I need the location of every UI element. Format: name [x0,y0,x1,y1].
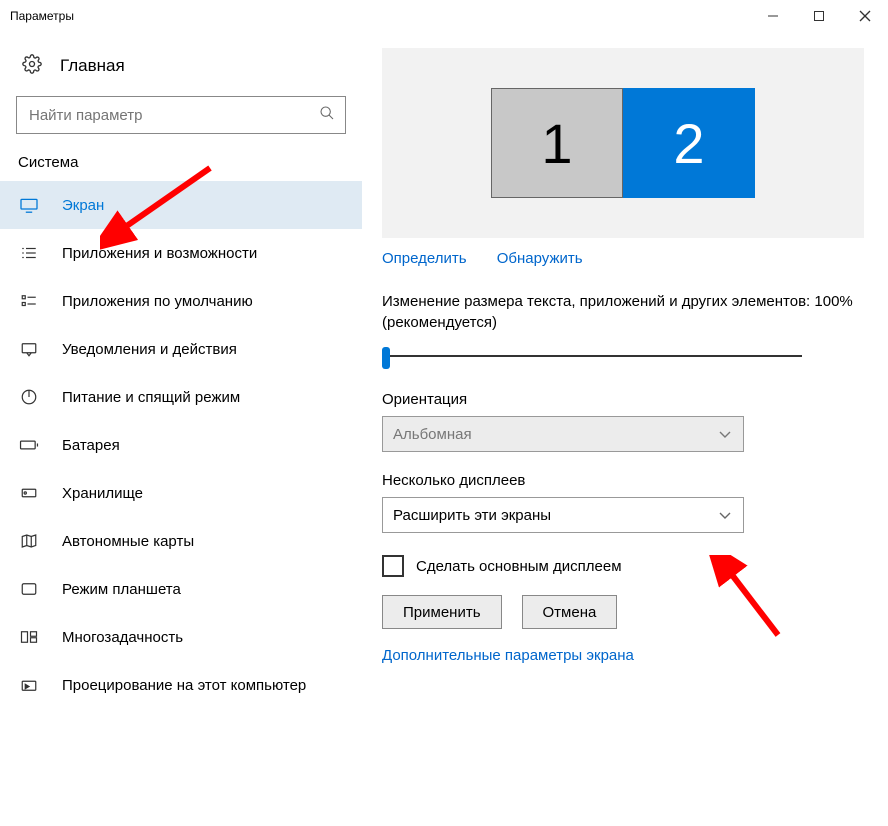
sidebar-item-projecting[interactable]: Проецирование на этот компьютер [0,661,362,709]
scale-text: Изменение размера текста, приложений и д… [382,291,864,333]
make-main-checkbox[interactable] [382,555,404,577]
notifications-icon [18,341,40,357]
close-icon [859,10,871,22]
gear-icon [22,54,42,78]
multitask-icon [18,629,40,645]
make-main-label: Сделать основным дисплеем [416,558,622,575]
minimize-icon [767,10,779,22]
battery-icon [18,438,40,452]
map-icon [18,532,40,550]
advanced-display-link[interactable]: Дополнительные параметры экрана [382,647,864,664]
default-apps-icon [18,293,40,309]
sidebar-item-storage[interactable]: Хранилище [0,469,362,517]
multiple-displays-label: Несколько дисплеев [382,472,864,489]
sidebar: Главная Система Экран Приложения и возмо… [0,32,362,709]
cancel-button[interactable]: Отмена [522,595,618,629]
sidebar-item-maps[interactable]: Автономные карты [0,517,362,565]
scale-slider[interactable] [382,343,802,371]
detect-link[interactable]: Обнаружить [497,250,583,267]
minimize-button[interactable] [750,0,796,32]
sidebar-item-label: Автономные карты [62,533,194,550]
titlebar: Параметры [0,0,888,32]
apps-list-icon [18,245,40,261]
sidebar-item-power[interactable]: Питание и спящий режим [0,373,362,421]
tablet-icon [18,581,40,597]
orientation-label: Ориентация [382,391,864,408]
monitor-2[interactable]: 2 [623,88,755,198]
monitor-1[interactable]: 1 [491,88,623,198]
sidebar-item-label: Экран [62,197,104,214]
sidebar-item-label: Питание и спящий режим [62,389,240,406]
slider-track [382,355,802,357]
sidebar-item-label: Режим планшета [62,581,181,598]
sidebar-item-display[interactable]: Экран [0,181,362,229]
sidebar-item-label: Хранилище [62,485,143,502]
multiple-displays-select[interactable]: Расширить эти экраны [382,497,744,533]
section-title: Система [0,154,362,181]
chevron-down-icon [717,426,733,443]
maximize-button[interactable] [796,0,842,32]
sidebar-item-label: Многозадачность [62,629,183,646]
orientation-select[interactable]: Альбомная [382,416,744,452]
sidebar-item-label: Проецирование на этот компьютер [62,677,306,694]
sidebar-item-tablet[interactable]: Режим планшета [0,565,362,613]
display-icon [18,197,40,213]
slider-thumb[interactable] [382,347,390,369]
sidebar-item-default-apps[interactable]: Приложения по умолчанию [0,277,362,325]
display-arrangement[interactable]: 1 2 [382,48,864,238]
chevron-down-icon [717,507,733,524]
multiple-displays-value: Расширить эти экраны [393,507,551,524]
power-icon [18,388,40,406]
home-link[interactable]: Главная [0,54,362,78]
close-button[interactable] [842,0,888,32]
sidebar-item-label: Батарея [62,437,120,454]
home-label: Главная [60,56,125,76]
search-icon [319,105,335,125]
storage-icon [18,485,40,501]
sidebar-item-multitask[interactable]: Многозадачность [0,613,362,661]
make-main-display-row[interactable]: Сделать основным дисплеем [382,555,864,577]
identify-link[interactable]: Определить [382,250,467,267]
search-box[interactable] [16,96,346,134]
maximize-icon [813,10,825,22]
sidebar-item-label: Уведомления и действия [62,341,237,358]
window-title: Параметры [10,9,74,23]
main-panel: 1 2 Определить Обнаружить Изменение разм… [362,32,888,664]
apply-button[interactable]: Применить [382,595,502,629]
sidebar-item-notifications[interactable]: Уведомления и действия [0,325,362,373]
sidebar-item-battery[interactable]: Батарея [0,421,362,469]
sidebar-item-label: Приложения и возможности [62,245,257,262]
orientation-value: Альбомная [393,426,472,443]
search-input[interactable] [27,106,319,125]
projecting-icon [18,677,40,693]
sidebar-item-label: Приложения по умолчанию [62,293,253,310]
sidebar-item-apps[interactable]: Приложения и возможности [0,229,362,277]
